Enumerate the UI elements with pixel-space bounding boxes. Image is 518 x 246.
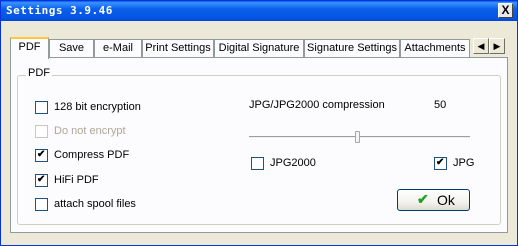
- ok-button-label: Ok: [437, 192, 455, 208]
- checkbox-box: [35, 198, 48, 211]
- tab-save[interactable]: Save: [49, 39, 94, 57]
- tab-digital-signature[interactable]: Digital Signature: [214, 39, 304, 57]
- tab-email[interactable]: e-Mail: [94, 39, 142, 57]
- title-bar[interactable]: Settings 3.9.46 X: [1, 1, 517, 21]
- checkbox-label: attach spool files: [54, 198, 136, 210]
- checkbox-box: [35, 125, 48, 138]
- pdf-group-label: PDF: [26, 67, 52, 79]
- green-check-icon: ✔: [417, 191, 429, 207]
- checkbox-box: ✔: [434, 157, 447, 170]
- close-button[interactable]: X: [498, 3, 513, 18]
- tab-signature-settings[interactable]: Signature Settings: [304, 39, 400, 57]
- tab-scroll-left-button[interactable]: ◀: [473, 38, 489, 54]
- ok-button[interactable]: ✔ Ok: [397, 189, 470, 211]
- checkbox-box: [251, 157, 264, 170]
- close-icon: X: [501, 3, 510, 17]
- arrow-right-icon: ▶: [493, 41, 501, 51]
- checkbox-label: HiFi PDF: [54, 174, 99, 186]
- checkmark-icon: ✔: [436, 157, 445, 168]
- compression-slider-thumb[interactable]: [355, 131, 360, 143]
- checkmark-icon: ✔: [37, 174, 46, 185]
- compression-value: 50: [434, 99, 447, 111]
- checkbox-label: JPG2000: [270, 157, 316, 169]
- checkbox-box: ✔: [35, 174, 48, 187]
- checkbox-label: 128 bit encryption: [54, 101, 141, 113]
- compression-label: JPG/JPG2000 compression: [249, 99, 385, 111]
- checkbox-label: Compress PDF: [54, 149, 130, 161]
- checkbox-box: ✔: [35, 149, 48, 162]
- arrow-left-icon: ◀: [477, 41, 485, 51]
- window-title: Settings 3.9.46: [6, 4, 113, 17]
- checkmark-icon: ✔: [37, 149, 46, 160]
- checkbox-label: Do not encrypt: [54, 125, 126, 137]
- tab-pdf[interactable]: PDF: [10, 37, 49, 59]
- tab-scroll-right-button[interactable]: ▶: [489, 38, 505, 54]
- checkbox-label: JPG: [453, 157, 475, 169]
- tab-print-settings[interactable]: Print Settings: [142, 39, 214, 57]
- tab-attachments[interactable]: Attachments: [400, 39, 470, 57]
- checkbox-box: [35, 101, 48, 114]
